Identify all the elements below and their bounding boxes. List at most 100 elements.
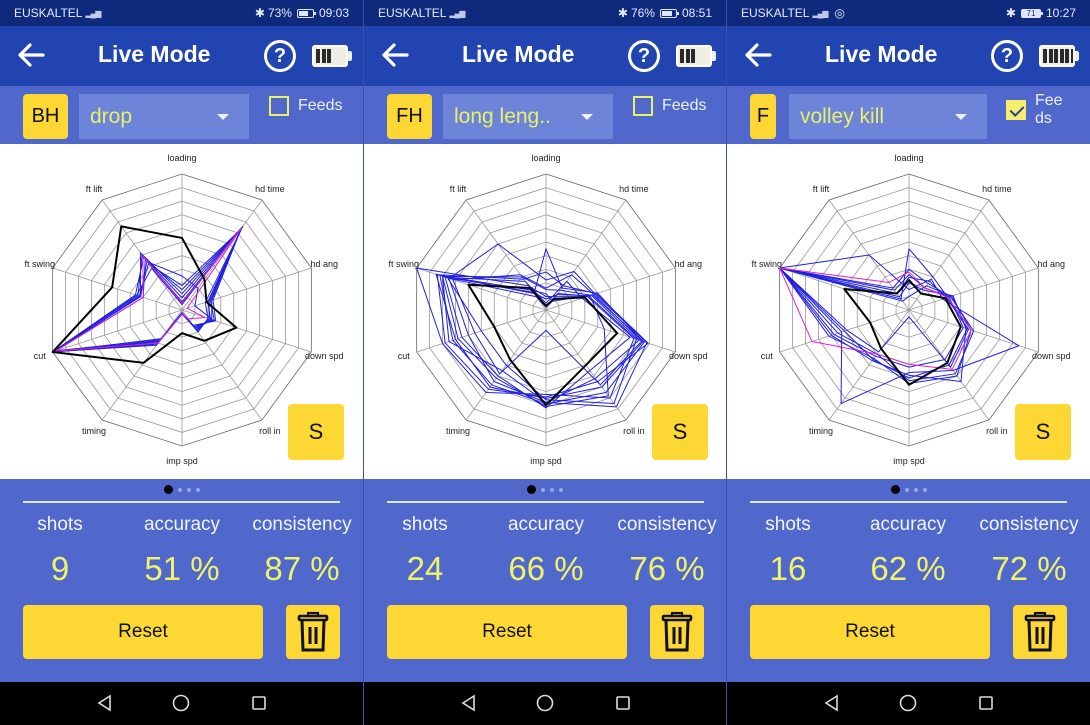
page-dot[interactable] [195,487,200,492]
nav-recents-icon[interactable] [250,694,268,712]
page-dot[interactable] [922,487,927,492]
axis-label: hd time [982,184,1012,194]
phone-screen-2: EUSKALTEL ▂▄▆ ✱ 76% 08:51 Live Mode ? FH… [363,0,726,725]
page-dot[interactable] [163,485,173,494]
axis-label: hd ang [311,259,339,269]
page-dot[interactable] [177,487,182,492]
axis-label: loading [531,153,560,163]
battery-cell [1054,49,1058,63]
stat-value: 66 % [508,550,584,587]
divider [750,501,1067,503]
delete-button[interactable] [1013,605,1067,659]
nav-recents-icon[interactable] [977,694,995,712]
axis-label: ft swing [751,259,782,269]
feeds-label: Feeds [298,97,343,114]
feeds-checkbox[interactable]: Feeds [1006,92,1069,128]
page-indicator[interactable] [727,485,1090,494]
carrier-label: EUSKALTEL [741,6,810,20]
trash-icon [661,611,693,652]
app-bar: Live Mode [364,26,726,86]
axis-label: hd ang [1038,259,1066,269]
page-indicator[interactable] [364,485,726,494]
page-dot[interactable] [559,487,563,492]
help-button[interactable]: ? [628,40,660,72]
axis-label: imp spd [530,456,562,466]
back-button[interactable] [380,40,410,70]
shot-type-dropdown[interactable]: long leng.. [443,94,613,139]
axis-label: hd time [619,184,649,194]
battery-cell [1065,49,1069,63]
s-button[interactable]: S [652,404,708,460]
screens: EUSKALTEL ▂▄▆ ✱ 73% 09:03 Live Mode ? BH… [0,0,1090,725]
nav-recents-icon[interactable] [614,694,632,712]
help-icon: ? [637,45,651,67]
s-button[interactable]: S [1015,404,1071,460]
help-button[interactable]: ? [264,40,296,72]
stat-value: 87 % [264,550,340,587]
help-button[interactable]: ? [991,40,1023,72]
signal-icon: ▂▄▆ [449,8,465,18]
shot-toolbar: F volley kill Feeds [727,86,1090,144]
battery-icon: 71 [1020,8,1043,18]
page-dot[interactable] [186,487,191,492]
page-dot[interactable] [904,487,909,492]
series-shot [53,261,214,353]
system-nav-bar [727,682,1090,725]
page-dot[interactable] [527,485,536,494]
axis-label: roll in [259,426,281,436]
battery-icon [659,8,679,18]
shot-type-dropdown[interactable]: volley kill [789,94,987,139]
series-latest [779,267,972,370]
clock: 10:27 [1045,6,1076,20]
reset-button[interactable]: Reset [750,605,990,659]
bluetooth-icon: ✱ [1005,6,1016,20]
shot-type-dropdown[interactable]: drop [79,94,249,139]
page-dot[interactable] [541,487,545,492]
nav-back-icon[interactable] [460,694,478,712]
carrier-label: EUSKALTEL [378,6,447,20]
checkbox-icon[interactable] [269,96,289,116]
clock: 09:03 [318,6,349,20]
battery-cell [321,49,326,63]
page-indicator[interactable] [0,485,363,494]
nav-home-icon[interactable] [536,694,554,712]
page-dot[interactable] [890,485,900,494]
radar-chart: loading hd time hd ang down spd roll in imp s… [364,144,726,479]
feeds-checkbox[interactable]: Feeds [633,96,706,116]
battery-cell [680,49,684,63]
instagram-icon: ◎ [834,6,845,20]
stat-label: accuracy [869,514,947,535]
delete-button[interactable] [650,605,704,659]
hand-toggle-button[interactable]: F [750,94,776,139]
reset-button[interactable]: Reset [387,605,627,659]
hand-toggle-button[interactable]: BH [23,94,68,139]
nav-home-icon[interactable] [172,694,190,712]
device-battery-tip [1075,51,1079,61]
checkbox-icon[interactable] [1006,100,1026,120]
hand-toggle-button[interactable]: FH [387,94,432,139]
page-dot[interactable] [550,487,554,492]
reset-button[interactable]: Reset [23,605,263,659]
axis-line [181,199,263,311]
nav-back-icon[interactable] [823,694,841,712]
device-battery-icon [312,45,348,67]
stat-label: shots [402,514,448,535]
signal-icon: ▂▄▆ [812,8,828,18]
back-button[interactable] [743,40,773,70]
checkbox-icon[interactable] [633,96,653,116]
s-button[interactable]: S [288,404,344,460]
page-dot[interactable] [913,487,918,492]
feeds-checkbox[interactable]: Feeds [269,96,342,116]
stat-consistency: consistency 76 % [607,514,726,588]
delete-button[interactable] [286,605,340,659]
stat-label: shots [765,514,811,535]
battery-cell [327,49,331,63]
stat-accuracy: accuracy 51 % [122,514,242,588]
axis-label: imp spd [893,456,925,466]
nav-home-icon[interactable] [899,694,917,712]
nav-back-icon[interactable] [96,694,114,712]
axis-label: cut [398,351,411,361]
back-button[interactable] [16,40,46,70]
signal-icon: ▂▄▆ [85,8,101,18]
help-icon: ? [273,45,287,67]
